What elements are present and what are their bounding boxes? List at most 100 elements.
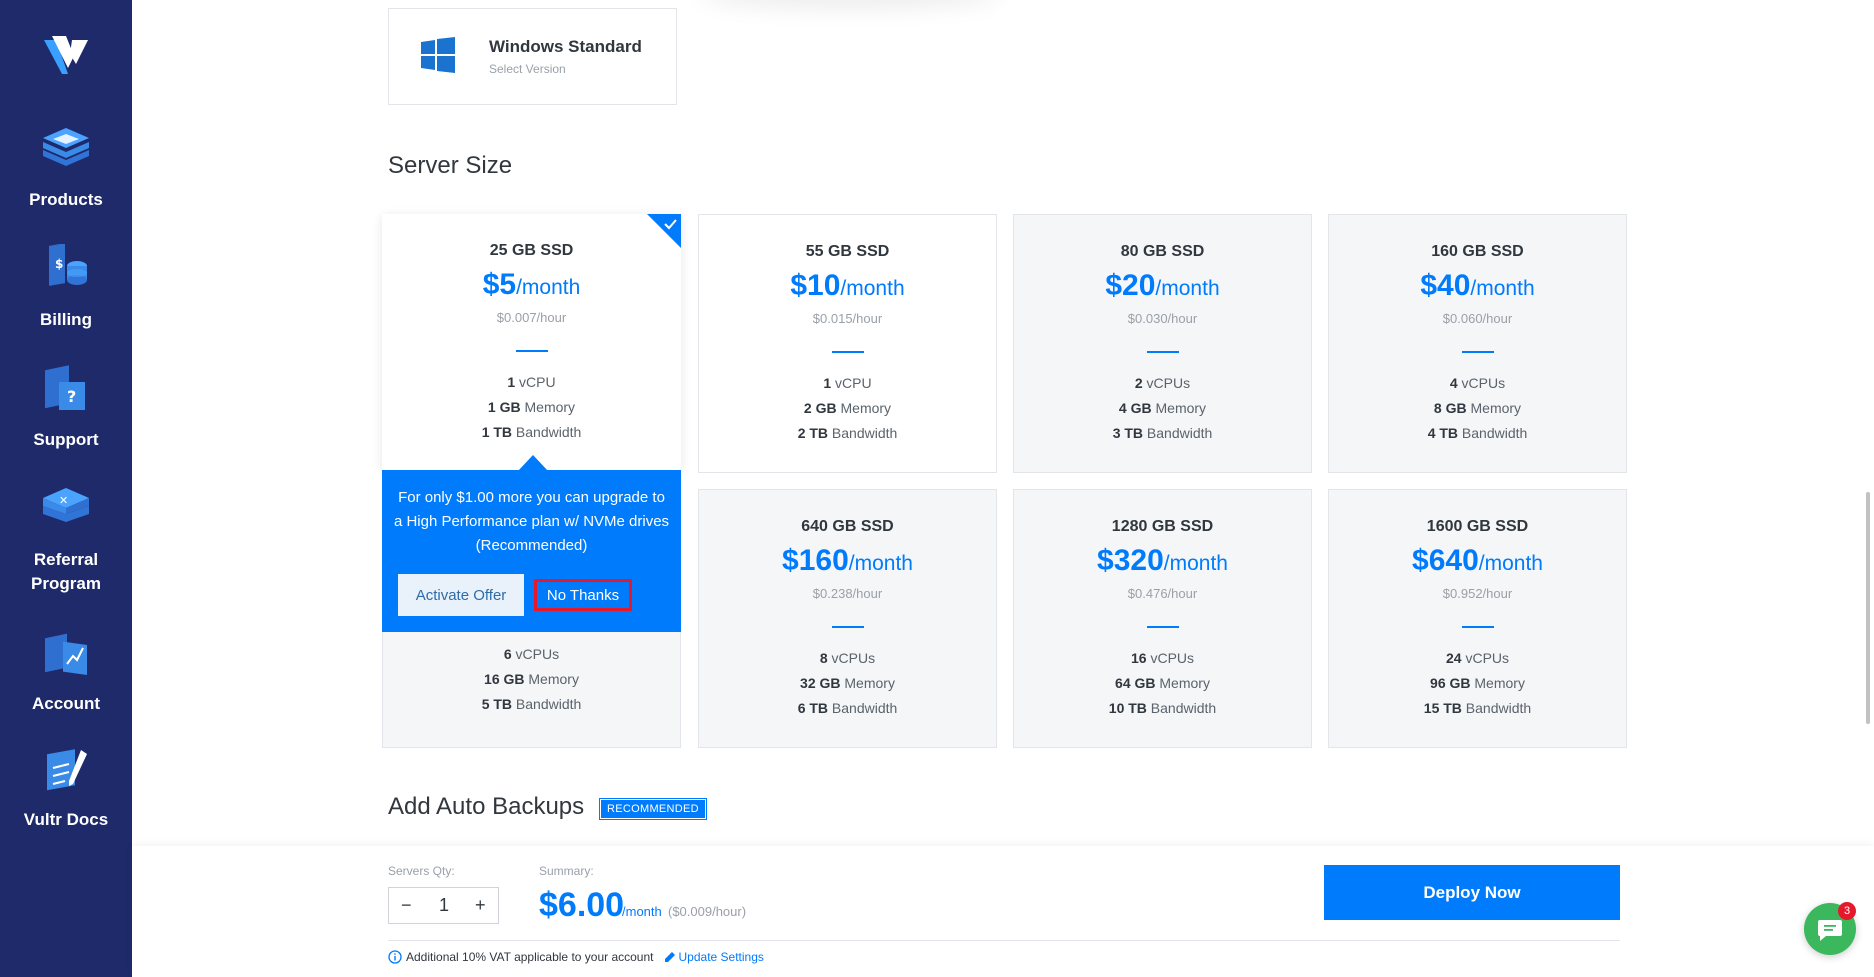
- plan-price: $640/month: [1412, 544, 1543, 577]
- plan-price: $20/month: [1105, 269, 1220, 302]
- svg-text:$: $: [55, 257, 63, 271]
- sidebar-item-products[interactable]: Products: [0, 124, 132, 212]
- plan-divider: [515, 350, 548, 352]
- plan-divider: [1146, 351, 1179, 353]
- plan-price: $5/month: [482, 268, 581, 301]
- vat-notice: Additional 10% VAT applicable to your ac…: [388, 950, 764, 964]
- plan-hourly: $0.476/hour: [1127, 586, 1198, 601]
- plan-size: 1600 GB SSD: [1426, 518, 1529, 535]
- layers-icon: [43, 128, 89, 166]
- no-thanks-button[interactable]: No Thanks: [534, 579, 632, 611]
- server-size-title: Server Size: [388, 152, 513, 179]
- upgrade-offer-panel: For only $1.00 more you can upgrade to a…: [382, 470, 681, 632]
- plan-size: 55 GB SSD: [805, 243, 890, 260]
- plan-cpu: 2 vCPUs: [1134, 375, 1191, 391]
- plan-card-640gb[interactable]: 640 GB SSD $160/month $0.238/hour 8 vCPU…: [698, 489, 997, 748]
- plan-card-1600gb[interactable]: 1600 GB SSD $640/month $0.952/hour 24 vC…: [1328, 489, 1627, 748]
- plan-bandwidth: 6 TB Bandwidth: [797, 700, 898, 716]
- plan-card-55gb[interactable]: 55 GB SSD $10/month $0.015/hour 1 vCPU 2…: [698, 214, 997, 473]
- sidebar-item-docs[interactable]: Vultr Docs: [0, 744, 132, 832]
- update-settings-link[interactable]: Update Settings: [664, 950, 764, 964]
- plan-size: 640 GB SSD: [801, 518, 894, 535]
- os-title: Windows Standard: [489, 37, 642, 56]
- activate-offer-button[interactable]: Activate Offer: [398, 574, 524, 616]
- summary-price: $6.00: [539, 886, 625, 924]
- plan-size: 80 GB SSD: [1120, 243, 1205, 260]
- sidebar-item-support[interactable]: ? Support: [0, 364, 132, 452]
- plan-cpu: 24 vCPUs: [1445, 650, 1510, 666]
- summary-month: /month: [622, 904, 662, 919]
- plan-size: 1280 GB SSD: [1111, 518, 1214, 535]
- plan-memory: 1 GB Memory: [487, 399, 576, 415]
- vat-text: Additional 10% VAT applicable to your ac…: [406, 950, 654, 964]
- os-card-windows[interactable]: Windows Standard Select Version: [388, 8, 677, 105]
- plan-memory: 4 GB Memory: [1118, 400, 1207, 416]
- sidebar-item-account[interactable]: Account: [0, 628, 132, 716]
- plan-price: $160/month: [782, 544, 913, 577]
- plan-card-80gb[interactable]: 80 GB SSD $20/month $0.030/hour 2 vCPUs …: [1013, 214, 1312, 473]
- plan-memory: 96 GB Memory: [1430, 675, 1525, 691]
- pencil-icon: [664, 952, 675, 962]
- sidebar: Products $ Billing ? Support ✕ Referral …: [0, 0, 132, 977]
- sidebar-item-label: Billing: [40, 310, 92, 329]
- plan-bandwidth: 3 TB Bandwidth: [1112, 425, 1213, 441]
- referral-icon: ✕: [43, 488, 89, 522]
- recommended-badge: RECOMMENDED: [599, 798, 707, 820]
- page-scrollbar[interactable]: [1866, 492, 1870, 724]
- plan-divider: [831, 351, 864, 353]
- docs-pencil-icon: [47, 749, 87, 791]
- plan-card-1280gb[interactable]: 1280 GB SSD $320/month $0.476/hour 16 vC…: [1013, 489, 1312, 748]
- account-chart-icon: [45, 633, 87, 676]
- plan-bandwidth: 4 TB Bandwidth: [1427, 425, 1528, 441]
- svg-text:✕: ✕: [59, 494, 68, 507]
- plan-cpu: 4 vCPUs: [1449, 375, 1506, 391]
- billing-coins-icon: $: [49, 244, 87, 286]
- plan-bandwidth: 15 TB Bandwidth: [1423, 700, 1532, 716]
- bar-divider: [388, 940, 1620, 941]
- decrease-qty-button[interactable]: −: [401, 895, 412, 916]
- plan-bandwidth: 1 TB Bandwidth: [481, 424, 582, 440]
- sidebar-item-label: Account: [32, 694, 100, 713]
- plan-divider: [1146, 626, 1179, 628]
- sidebar-item-label: Referral Program: [31, 550, 101, 593]
- plan-memory: 64 GB Memory: [1115, 675, 1210, 691]
- support-question-icon: ?: [45, 365, 85, 410]
- qty-value-input[interactable]: 1: [439, 895, 449, 916]
- plan-bandwidth: 2 TB Bandwidth: [797, 425, 898, 441]
- plan-bandwidth: 10 TB Bandwidth: [1108, 700, 1217, 716]
- chat-notification-badge: 3: [1838, 902, 1856, 920]
- plan-memory: 8 GB Memory: [1433, 400, 1522, 416]
- plan-cpu: 16 vCPUs: [1130, 650, 1195, 666]
- increase-qty-button[interactable]: +: [475, 895, 486, 916]
- plan-price: $40/month: [1420, 269, 1535, 302]
- info-icon: [388, 950, 402, 964]
- plan-memory: 32 GB Memory: [800, 675, 895, 691]
- vultr-logo-icon[interactable]: [42, 34, 92, 78]
- plan-cpu: 1 vCPU: [507, 374, 556, 390]
- sidebar-item-referral[interactable]: ✕ Referral Program: [0, 484, 132, 596]
- plan-card-160gb[interactable]: 160 GB SSD $40/month $0.060/hour 4 vCPUs…: [1328, 214, 1627, 473]
- plan-card-25gb[interactable]: 25 GB SSD $5/month $0.007/hour 1 vCPU 1 …: [382, 214, 681, 470]
- os-version-select[interactable]: Select Version: [489, 62, 566, 76]
- offer-text: For only $1.00 more you can upgrade to a…: [393, 489, 670, 554]
- plan-hourly: $0.060/hour: [1442, 311, 1513, 326]
- selected-check-icon: [647, 214, 681, 248]
- offer-plan-specs: 6 vCPUs 16 GB Memory 5 TB Bandwidth: [382, 632, 681, 748]
- servers-qty-label: Servers Qty:: [388, 864, 455, 878]
- sidebar-item-label: Products: [29, 190, 103, 209]
- sidebar-item-billing[interactable]: $ Billing: [0, 244, 132, 332]
- offer-pointer: [518, 455, 548, 471]
- plan-hourly: $0.015/hour: [812, 311, 883, 326]
- plan-bandwidth: 5 TB Bandwidth: [481, 696, 582, 712]
- auto-backups-title: Add Auto Backups: [388, 793, 585, 820]
- plan-cpu: 8 vCPUs: [819, 650, 876, 666]
- windows-icon: [421, 37, 455, 73]
- plan-size: 25 GB SSD: [489, 242, 574, 259]
- sidebar-item-label: Support: [33, 430, 99, 449]
- plan-memory: 2 GB Memory: [803, 400, 892, 416]
- summary-hourly: ($0.009/hour): [668, 904, 747, 919]
- plan-hourly: $0.030/hour: [1127, 311, 1198, 326]
- plan-cpu: 1 vCPU: [823, 375, 872, 391]
- plan-hourly: $0.952/hour: [1442, 586, 1513, 601]
- deploy-now-button[interactable]: Deploy Now: [1324, 865, 1620, 920]
